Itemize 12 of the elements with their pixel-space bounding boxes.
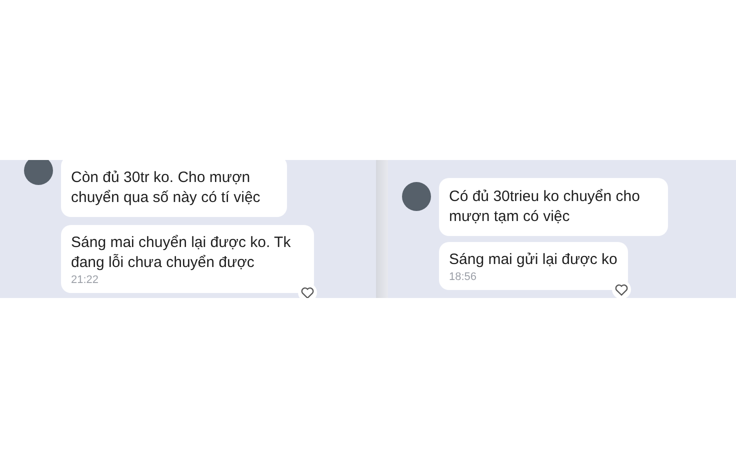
message-text: Sáng mai gửi lại được ko bbox=[449, 250, 618, 270]
message-text: Sáng mai chuyển lại được ko. Tk đang lỗi chưa chuyển được bbox=[71, 233, 292, 273]
reaction-button[interactable] bbox=[298, 283, 317, 298]
avatar bbox=[402, 182, 431, 211]
reaction-button[interactable] bbox=[612, 280, 632, 298]
message-text: Còn đủ 30tr ko. Cho mượn chuyển qua số này có tí việc bbox=[71, 168, 262, 208]
heart-icon bbox=[301, 286, 314, 298]
heart-icon bbox=[615, 284, 628, 296]
avatar bbox=[24, 160, 53, 185]
message-time: 21:22 bbox=[71, 274, 100, 287]
message-text: Có đủ 30trieu ko chuyển cho mượn tạm có việc bbox=[449, 187, 641, 227]
message-time: 18:56 bbox=[449, 271, 478, 284]
